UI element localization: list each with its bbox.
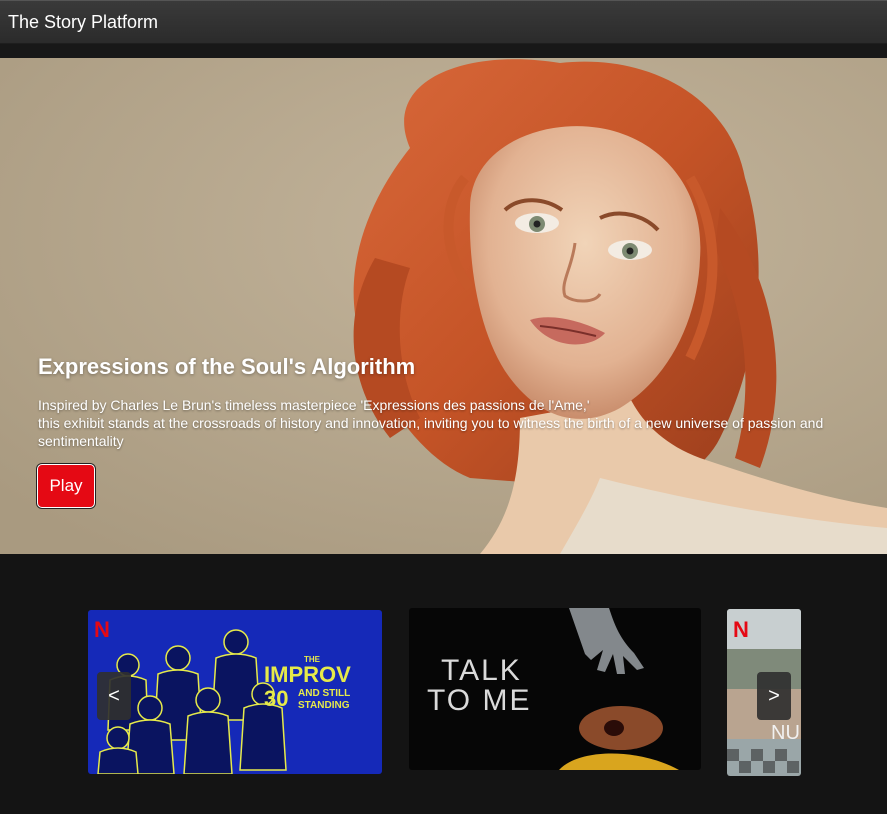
carousel-card-talk-to-me[interactable]: TALK TO ME — [409, 608, 701, 770]
hero-title: Expressions of the Soul's Algorithm — [38, 354, 416, 379]
improv-title-and-still: AND STILL — [298, 688, 350, 699]
talk-to-me-title-line1: TALK — [441, 654, 522, 687]
netflix-logo-icon: N — [94, 617, 110, 642]
talk-to-me-poster: TALK TO ME — [409, 608, 701, 770]
hero-description-line: this exhibit stands at the crossroads of… — [38, 415, 824, 449]
carousel-prev-button[interactable]: < — [97, 672, 131, 720]
hero-description-line: Inspired by Charles Le Brun's timeless m… — [38, 397, 590, 413]
header-divider — [0, 44, 887, 58]
improv-poster: THE IMPROV 30 AND STILL STANDING N — [88, 610, 382, 774]
carousel-next-button[interactable]: > — [757, 672, 791, 720]
hero-banner: Expressions of the Soul's Algorithm Insp… — [0, 58, 887, 554]
improv-title-30: 30 — [264, 686, 288, 711]
top-bar: The Story Platform — [0, 0, 887, 44]
play-button[interactable]: Play — [37, 464, 95, 508]
hero-description: Inspired by Charles Le Brun's timeless m… — [38, 396, 868, 450]
carousel-card-improv[interactable]: THE IMPROV 30 AND STILL STANDING N — [88, 610, 382, 774]
title-carousel: THE IMPROV 30 AND STILL STANDING N TALK … — [0, 554, 887, 814]
netflix-logo-icon: N — [733, 617, 749, 642]
partial-title: NU — [771, 722, 800, 744]
improv-title-main: IMPROV — [264, 662, 351, 687]
app-title: The Story Platform — [8, 12, 159, 32]
talk-to-me-title-line2: TO ME — [427, 684, 531, 717]
improv-title-standing: STANDING — [298, 700, 350, 711]
portrait-illustration — [0, 58, 887, 554]
